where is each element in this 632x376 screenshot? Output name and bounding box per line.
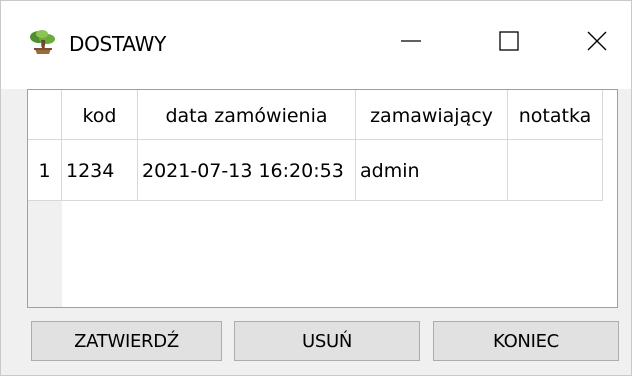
bonsai-tree-icon <box>27 27 59 59</box>
column-header-kod[interactable]: kod <box>62 90 138 140</box>
maximize-button[interactable] <box>479 15 539 71</box>
table-cell-note[interactable] <box>508 140 603 201</box>
delete-button[interactable]: USUŃ <box>234 321 420 361</box>
end-button[interactable]: KONIEC <box>433 321 619 361</box>
close-icon <box>586 30 608 56</box>
column-header-note[interactable]: notatka <box>508 90 603 140</box>
minimize-icon <box>400 30 422 56</box>
maximize-icon <box>498 30 520 56</box>
dostawy-window: DOSTAWY kod data zamówienia zamawiający … <box>0 0 632 376</box>
title-bar[interactable]: DOSTAWY <box>1 1 631 89</box>
table-cell-kod[interactable]: 1234 <box>62 140 138 201</box>
table-corner-button[interactable] <box>28 90 62 140</box>
close-button[interactable] <box>567 15 627 71</box>
table-cell-orderer[interactable]: admin <box>356 140 508 201</box>
table-cell-order-date[interactable]: 2021-07-13 16:20:53 <box>138 140 356 201</box>
window-title: DOSTAWY <box>69 32 166 56</box>
minimize-button[interactable] <box>381 15 441 71</box>
column-header-order-date[interactable]: data zamówienia <box>138 90 356 140</box>
confirm-button[interactable]: ZATWIERDŹ <box>31 321 222 361</box>
row-header-1[interactable]: 1 <box>28 140 62 201</box>
column-header-orderer[interactable]: zamawiający <box>356 90 508 140</box>
deliveries-table[interactable]: kod data zamówienia zamawiający notatka … <box>27 89 618 308</box>
